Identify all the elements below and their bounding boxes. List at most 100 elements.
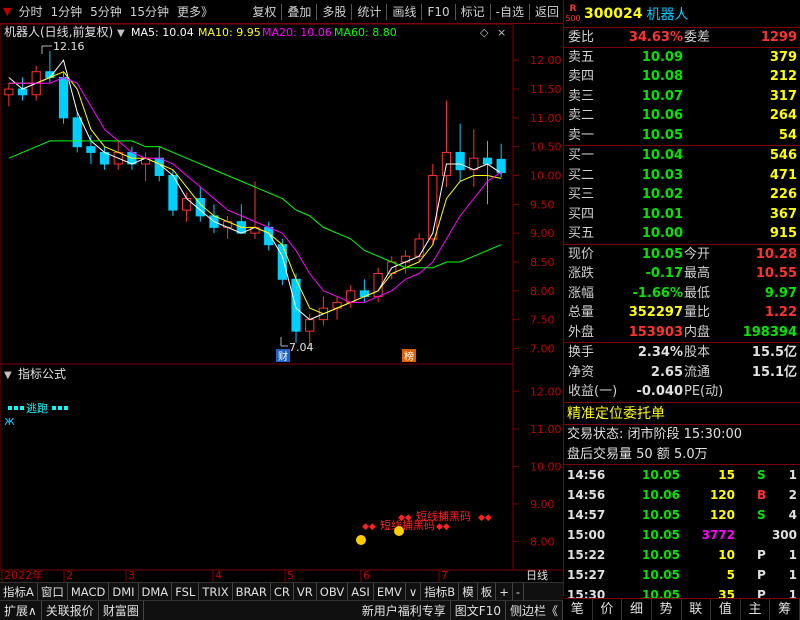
tab-template[interactable]: 模 (459, 582, 478, 601)
stat-row-turnover: 换手 2.34% 股本 15.5亿 (568, 345, 797, 360)
side-tab-detail[interactable]: 细 (622, 599, 652, 620)
precise-order-title[interactable]: 精准定位委托单 (564, 403, 800, 425)
stat-row-net-asset: 净资 2.65 流通 15.1亿 (568, 364, 797, 380)
side-tab-value[interactable]: 值 (711, 599, 741, 620)
stat-row-volume: 总量 352297 量比 1.22 (568, 305, 797, 320)
tick-vol: 120 (709, 507, 735, 522)
tab-window[interactable]: 窗口 (38, 582, 68, 601)
add-indicator-button[interactable]: + (496, 582, 513, 601)
side-tab-trades[interactable]: 笔 (563, 599, 593, 620)
buy-signal-2-label: 短线捕黑码 (416, 509, 471, 523)
new-user-benefit-link[interactable]: 新用户福利专享 (358, 600, 451, 620)
related-quotes-button[interactable]: 关联报价 (42, 600, 99, 620)
toolbar-draw-line-button[interactable]: 画线 (388, 0, 420, 24)
tab-dma[interactable]: DMA (139, 582, 173, 601)
tick-list[interactable]: 14:56 10.05 15 S 1 14:56 10.06 120 B 2 14:57 10.05 1… (564, 465, 800, 605)
y-tick-label: 9.00 (530, 227, 555, 240)
toolbar-remove-watchlist-button[interactable]: -自选 (492, 0, 528, 24)
side-tab-chips[interactable]: 筹 (770, 599, 800, 620)
chart-title: 机器人(日线,前复权) (4, 24, 113, 39)
tab-board[interactable]: 板 (478, 582, 497, 601)
sell-level-3[interactable]: 卖三 10.07 317 (564, 87, 800, 107)
tab-indicator-a[interactable]: 指标A (0, 582, 38, 601)
tab-indicator-b[interactable]: 指标B (421, 582, 460, 601)
candle-body (455, 151, 465, 171)
tick-row: 14:57 10.05 120 S 4 (564, 505, 800, 525)
toolbar-multi-stock-button[interactable]: 多股 (318, 0, 350, 24)
wealth-circle-button[interactable]: 财富圈 (99, 600, 144, 620)
toolbar-back-button[interactable]: 返回 (531, 0, 563, 24)
tab-emv[interactable]: EMV (374, 582, 406, 601)
candle-body (17, 88, 28, 96)
chart-setting-icon[interactable]: ◇ (480, 26, 489, 39)
tick-price: 10.05 (642, 467, 680, 482)
tick-n: 2 (788, 487, 797, 502)
order-diff-value: 1299 (760, 30, 797, 45)
ma5-label: MA5: 10.04 (131, 26, 194, 39)
tab-fsl[interactable]: FSL (172, 582, 200, 601)
chart-close-icon[interactable]: × (497, 26, 506, 39)
stat-row-eps: 收益(一) -0.040 PE(动) (568, 384, 724, 399)
tab-cr[interactable]: CR (271, 582, 294, 601)
tick-time: 14:56 (567, 487, 606, 502)
toolbar-fuquan-button[interactable]: 复权 (248, 0, 280, 24)
tick-vol: 5 (726, 567, 735, 582)
y-tick-label: 8.50 (530, 256, 555, 269)
candle-body (414, 238, 424, 257)
buy-orders: 买一 10.04 546 买二 10.03 471 买三 10.02 226 买四 10.01… (564, 146, 800, 245)
tick-bs: S (757, 507, 766, 522)
buy-level-4[interactable]: 买四 10.01 367 (564, 205, 800, 225)
tick-n: 4 (788, 507, 797, 522)
toolbar-period-more[interactable]: 更多》 (173, 0, 217, 24)
tab-more-dropdown[interactable]: ∨ (406, 582, 422, 601)
stat-row-change: 涨跌 -0.17 最高 10.55 (568, 266, 797, 281)
candle-body (291, 278, 301, 332)
tab-obv[interactable]: OBV (317, 582, 349, 601)
sell-level-1[interactable]: 卖一 10.05 54 (564, 126, 800, 146)
buy-level-5[interactable]: 买五 10.00 915 (564, 224, 800, 244)
sell-level-4[interactable]: 卖四 10.08 212 (564, 67, 800, 87)
order-ratio-row: 委比 34.63% 委差 1299 (564, 28, 800, 48)
sell-level-2[interactable]: 卖二 10.06 264 (564, 106, 800, 126)
toolbar-period-1min[interactable]: 1分钟 (46, 0, 86, 24)
side-tab-related[interactable]: 联 (682, 599, 712, 620)
tab-vr[interactable]: VR (294, 582, 317, 601)
toolbar-mark-button[interactable]: 标记 (457, 0, 489, 24)
buy-level-3[interactable]: 买三 10.02 226 (564, 185, 800, 205)
tab-trix[interactable]: TRIX (199, 582, 233, 601)
buy-level-2[interactable]: 买二 10.03 471 (564, 166, 800, 186)
chart-dropdown-icon[interactable]: ▼ (117, 28, 125, 39)
gold-coin-icon (356, 535, 366, 545)
graphic-f10-button[interactable]: 图文F10 (451, 600, 506, 620)
toolbar-stats-button[interactable]: 统计 (353, 0, 385, 24)
kline-chart-area[interactable]: 机器人(日线,前复权) ▼ MA5: 10.04 MA10: 9.95 MA20… (0, 23, 563, 596)
billboard-event-label: 榜 (404, 350, 414, 363)
remove-indicator-button[interactable]: - (513, 582, 524, 601)
x-tick-label: 6 (363, 569, 370, 582)
order-ratio-value: 34.63% (628, 30, 683, 45)
trade-state: 交易状态: 闭市阶段 15:30:00 (567, 426, 743, 442)
toolbar-overlay-button[interactable]: 叠加 (283, 0, 315, 24)
menu-icon[interactable]: ▼ (0, 0, 14, 24)
tab-brar[interactable]: BRAR (233, 582, 271, 601)
tick-vol: 15 (718, 467, 735, 482)
side-tab-trend[interactable]: 势 (652, 599, 682, 620)
tick-bs: P (757, 547, 766, 562)
side-tab-price[interactable]: 价 (593, 599, 623, 620)
y-tick-label: 11.50 (530, 83, 562, 96)
indicator-dropdown-icon[interactable]: ▼ (4, 370, 12, 381)
toolbar-period-5min[interactable]: 5分钟 (86, 0, 126, 24)
toolbar-f10-button[interactable]: F10 (423, 0, 453, 24)
tick-price: 10.05 (642, 527, 680, 542)
buy-level-1[interactable]: 买一 10.04 546 (564, 146, 800, 166)
tab-asi[interactable]: ASI (348, 582, 374, 601)
toolbar-period-timeline[interactable]: 分时 (14, 0, 46, 24)
expand-button[interactable]: 扩展∧ (0, 600, 42, 620)
kline-chart-svg[interactable]: 机器人(日线,前复权) ▼ MA5: 10.04 MA10: 9.95 MA20… (0, 23, 563, 582)
sidebar-toggle-button[interactable]: 侧边栏《 (506, 600, 563, 620)
side-tab-main[interactable]: 主 (741, 599, 771, 620)
tab-macd[interactable]: MACD (68, 582, 110, 601)
sell-level-5[interactable]: 卖五 10.09 379 (564, 48, 800, 68)
tab-dmi[interactable]: DMI (109, 582, 139, 601)
toolbar-period-15min[interactable]: 15分钟 (126, 0, 173, 24)
